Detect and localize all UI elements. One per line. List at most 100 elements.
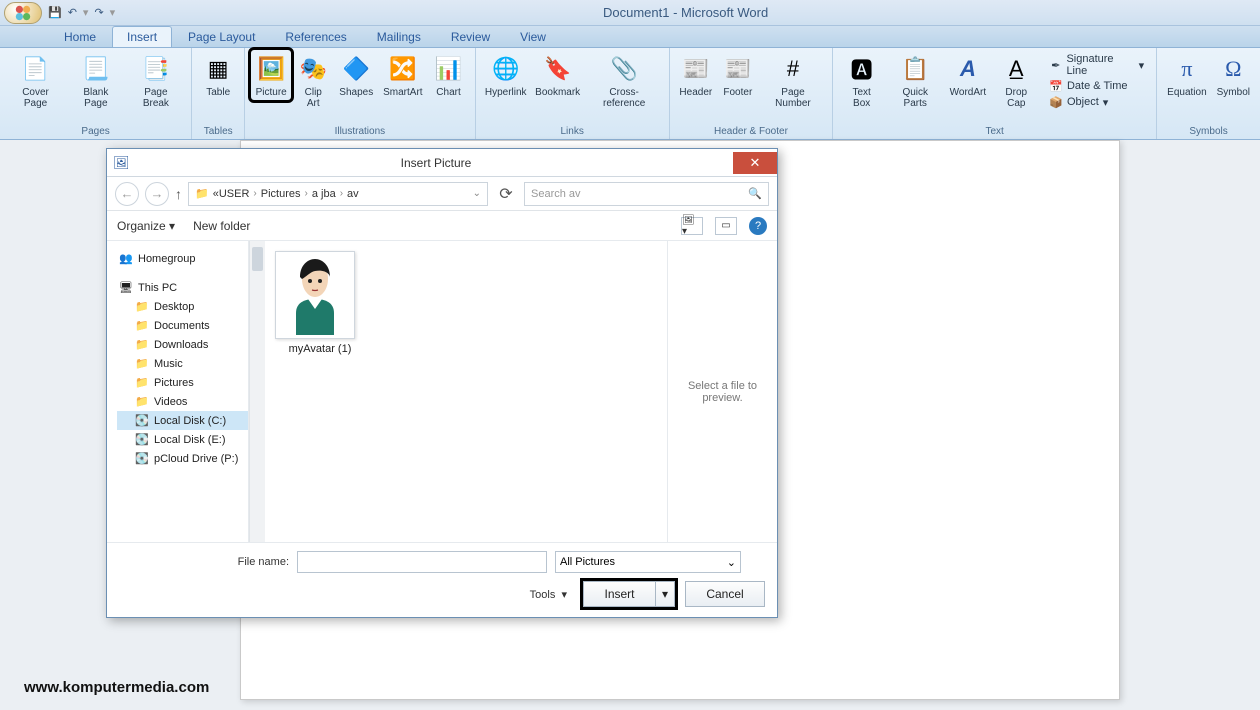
forward-button[interactable]: → xyxy=(145,182,169,206)
back-button[interactable]: ← xyxy=(115,182,139,206)
organize-button[interactable]: Organize ▾ xyxy=(117,219,175,233)
office-button[interactable] xyxy=(4,2,42,24)
hyperlink-button[interactable]: 🌐Hyperlink xyxy=(482,50,530,100)
close-button[interactable]: ✕ xyxy=(733,152,777,174)
search-icon: 🔍 xyxy=(748,187,762,200)
page-break-button[interactable]: 📑Page Break xyxy=(127,50,186,111)
tree-desktop[interactable]: 📁Desktop xyxy=(117,297,248,316)
tree-videos[interactable]: 📁Videos xyxy=(117,392,248,411)
cover-page-icon: 📄 xyxy=(20,53,52,85)
quick-parts-button[interactable]: 📋Quick Parts xyxy=(886,50,944,111)
filename-input[interactable] xyxy=(297,551,547,573)
object-button[interactable]: 📦Object ▾ xyxy=(1047,94,1146,110)
disk-icon: 💽 xyxy=(135,414,149,427)
homegroup-icon: 👥 xyxy=(119,252,133,265)
tree-pcloud[interactable]: 💽pCloud Drive (P:) xyxy=(117,449,248,468)
pc-icon: 🖥 xyxy=(119,281,133,294)
help-icon[interactable]: ? xyxy=(749,217,767,235)
group-tables-label: Tables xyxy=(198,125,238,138)
new-folder-button[interactable]: New folder xyxy=(193,219,250,233)
preview-pane: Select a file to preview. xyxy=(667,241,777,542)
group-symbols: πEquation ΩSymbol Symbols xyxy=(1157,48,1260,139)
header-button[interactable]: 📰Header xyxy=(676,50,716,100)
smartart-button[interactable]: 🔀SmartArt xyxy=(379,50,426,100)
cancel-button[interactable]: Cancel xyxy=(685,581,765,607)
save-icon[interactable]: 💾 xyxy=(48,6,62,19)
date-time-button[interactable]: 📅Date & Time xyxy=(1047,78,1146,94)
tab-review[interactable]: Review xyxy=(437,27,504,47)
group-illustrations: 🖼️Picture 🎭Clip Art 🔷Shapes 🔀SmartArt 📊C… xyxy=(245,48,475,139)
tab-home[interactable]: Home xyxy=(50,27,110,47)
folder-icon: 📁 xyxy=(135,376,149,389)
text-box-button[interactable]: 🅰Text Box xyxy=(839,50,884,111)
group-pages: 📄Cover Page 📃Blank Page 📑Page Break Page… xyxy=(0,48,192,139)
file-type-filter[interactable]: All Pictures⌄ xyxy=(555,551,741,573)
insert-button[interactable]: Insert ▾ xyxy=(583,581,675,607)
page-number-button[interactable]: #Page Number xyxy=(760,50,826,111)
folder-icon: 📁 xyxy=(135,319,149,332)
wordart-button[interactable]: AWordArt xyxy=(946,50,989,100)
preview-empty-text: Select a file to preview. xyxy=(676,380,769,404)
bookmark-button[interactable]: 🔖Bookmark xyxy=(532,50,584,100)
equation-button[interactable]: πEquation xyxy=(1163,50,1210,100)
table-button[interactable]: ▦Table xyxy=(198,50,238,100)
search-input[interactable]: Search av 🔍 xyxy=(524,182,769,206)
drop-cap-button[interactable]: A̲Drop Cap xyxy=(992,50,1041,111)
undo-icon[interactable]: ↶ xyxy=(68,6,77,19)
text-side-list: ✒Signature Line ▾ 📅Date & Time 📦Object ▾ xyxy=(1043,50,1150,112)
group-tables: ▦Table Tables xyxy=(192,48,245,139)
scrollbar-thumb[interactable] xyxy=(252,247,263,271)
file-thumbnail xyxy=(275,251,355,339)
shapes-button[interactable]: 🔷Shapes xyxy=(335,50,377,100)
picture-button[interactable]: 🖼️Picture xyxy=(251,50,291,100)
tree-documents[interactable]: 📁Documents xyxy=(117,316,248,335)
group-links-label: Links xyxy=(482,125,663,138)
signature-line-button[interactable]: ✒Signature Line ▾ xyxy=(1047,52,1146,78)
dialog-body: 👥Homegroup 🖥This PC 📁Desktop 📁Documents … xyxy=(107,241,777,542)
up-button[interactable]: ↑ xyxy=(175,186,182,202)
tools-button[interactable]: Tools ▾ xyxy=(530,588,567,601)
tab-references[interactable]: References xyxy=(271,27,360,47)
equation-icon: π xyxy=(1171,53,1203,85)
tree-this-pc[interactable]: 🖥This PC xyxy=(117,278,248,297)
group-symbols-label: Symbols xyxy=(1163,125,1254,138)
footer-button[interactable]: 📰Footer xyxy=(718,50,758,100)
group-illustrations-label: Illustrations xyxy=(251,125,468,138)
clip-art-button[interactable]: 🎭Clip Art xyxy=(293,50,333,111)
blank-page-button[interactable]: 📃Blank Page xyxy=(67,50,125,111)
symbol-button[interactable]: ΩSymbol xyxy=(1213,50,1254,100)
cross-reference-button[interactable]: 📎Cross-reference xyxy=(585,50,662,111)
tree-pictures[interactable]: 📁Pictures xyxy=(117,373,248,392)
folder-icon: 📁 xyxy=(135,300,149,313)
group-text-label: Text xyxy=(839,125,1150,138)
redo-icon[interactable]: ↷ xyxy=(94,6,103,19)
breadcrumb[interactable]: 📁 « USER› Pictures› a jba› av ⌄ xyxy=(188,182,488,206)
symbol-icon: Ω xyxy=(1217,53,1249,85)
disk-icon: 💽 xyxy=(135,433,149,446)
tab-view[interactable]: View xyxy=(506,27,560,47)
tree-scrollbar[interactable] xyxy=(249,241,265,542)
tree-music[interactable]: 📁Music xyxy=(117,354,248,373)
refresh-button[interactable]: ⟳ xyxy=(494,182,518,206)
chevron-down-icon: ⌄ xyxy=(727,556,736,569)
tab-insert[interactable]: Insert xyxy=(112,26,172,47)
chart-button[interactable]: 📊Chart xyxy=(429,50,469,100)
tree-local-disk-c[interactable]: 💽Local Disk (C:) xyxy=(117,411,248,430)
nav-tree: 👥Homegroup 🖥This PC 📁Desktop 📁Documents … xyxy=(107,241,249,542)
cover-page-button[interactable]: 📄Cover Page xyxy=(6,50,65,111)
file-item[interactable]: myAvatar (1) xyxy=(275,251,365,355)
tree-homegroup[interactable]: 👥Homegroup xyxy=(117,249,248,268)
file-list[interactable]: myAvatar (1) xyxy=(265,241,667,542)
view-mode-button[interactable]: 🖼 ▾ xyxy=(681,217,703,235)
preview-pane-button[interactable]: ▭ xyxy=(715,217,737,235)
page-number-icon: # xyxy=(777,53,809,85)
tree-downloads[interactable]: 📁Downloads xyxy=(117,335,248,354)
tab-page-layout[interactable]: Page Layout xyxy=(174,27,269,47)
quick-parts-icon: 📋 xyxy=(899,53,931,85)
breadcrumb-dd[interactable]: ⌄ xyxy=(473,188,481,199)
page-break-icon: 📑 xyxy=(140,53,172,85)
tab-mailings[interactable]: Mailings xyxy=(363,27,435,47)
insert-dropdown[interactable]: ▾ xyxy=(656,582,674,606)
watermark: www.komputermedia.com xyxy=(24,679,209,696)
tree-local-disk-e[interactable]: 💽Local Disk (E:) xyxy=(117,430,248,449)
